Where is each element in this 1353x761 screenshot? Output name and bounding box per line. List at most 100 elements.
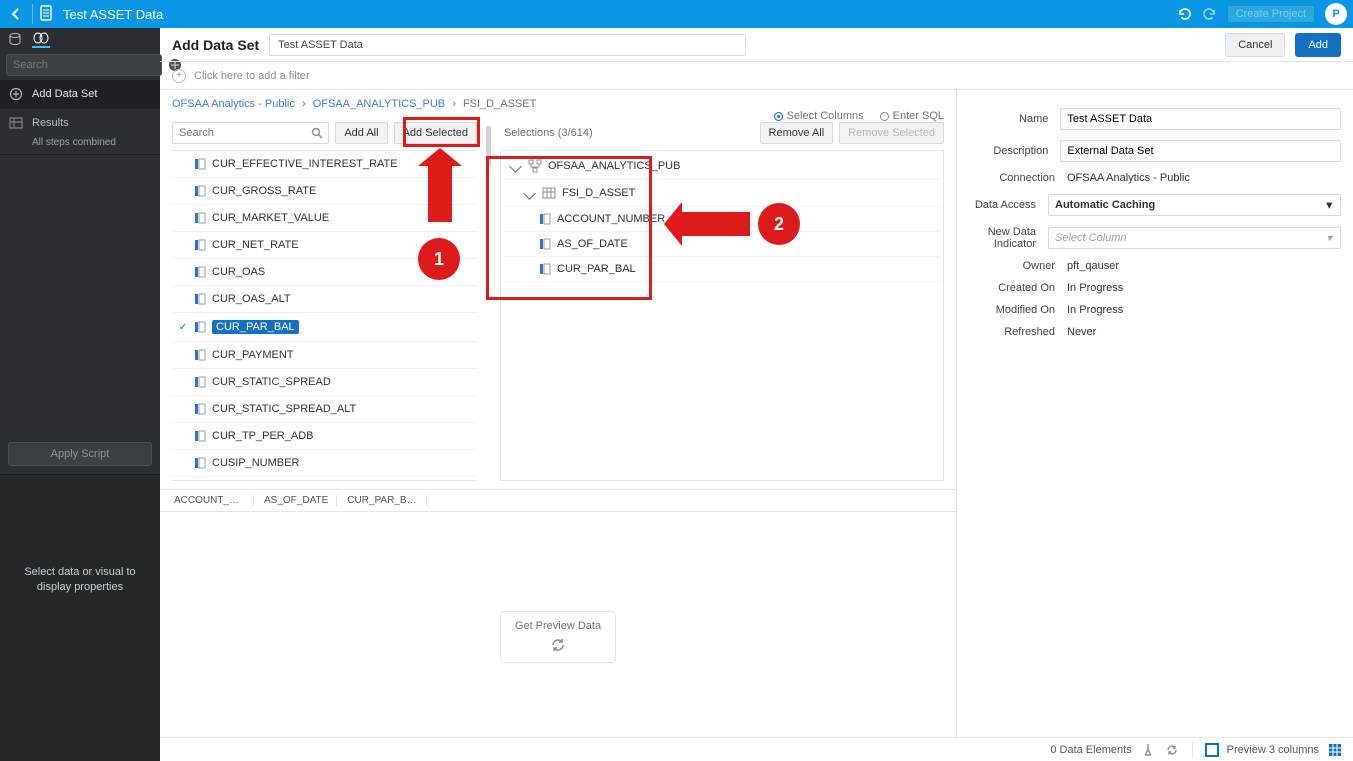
column-name: CUSIP_NUMBER [212,457,299,469]
prop-ndi-select[interactable]: Select Column▾ [1048,227,1341,249]
column-name: CUR_MARKET_VALUE [212,212,329,224]
splitter-handle[interactable] [485,122,492,481]
tree-column-node[interactable]: ACCOUNT_NUMBER [503,207,941,232]
prop-description-input[interactable] [1060,140,1341,162]
column-name: CUR_STATIC_SPREAD [212,376,331,388]
sidebar-tabs [0,28,160,50]
tab-elements-icon[interactable] [32,30,50,48]
prop-label-connection: Connection [957,172,1067,184]
filter-bar[interactable]: + Click here to add a filter [160,62,1353,90]
refresh-icon [549,636,567,654]
footer-pin-icon[interactable] [1140,742,1156,758]
search-icon[interactable] [311,127,323,139]
dataset-header-label: Add Data Set [172,37,259,53]
selected-tree[interactable]: OFSAA_ANALYTICS_PUBFSI_D_ASSETACCOUNT_NU… [500,150,944,481]
column-name: CUR_GROSS_RATE [212,185,316,197]
radio-select-columns[interactable]: Select Columns [774,110,864,122]
available-column-item[interactable]: CUR_GROSS_RATE [172,178,477,205]
breadcrumb: OFSAA Analytics - Public › OFSAA_ANALYTI… [160,90,956,110]
prop-data-access-select[interactable]: Automatic Caching▾ [1048,194,1341,216]
dataset-name-input[interactable] [269,34,746,56]
footer-column-cell[interactable]: ACCOUNT_NUM... [166,495,254,506]
cancel-button[interactable]: Cancel [1225,33,1285,57]
sidebar-item-label: Add Data Set [32,88,97,100]
column-icon [194,321,206,333]
available-column-item[interactable]: CUR_OAS [172,259,477,286]
footer-preview-icon[interactable] [1205,743,1219,757]
columns-pane: OFSAA Analytics - Public › OFSAA_ANALYTI… [160,90,957,761]
prop-owner-value: pft_qauser [1067,260,1341,272]
sidebar-search-row [0,50,160,80]
add-all-button[interactable]: Add All [335,122,387,144]
available-column-item[interactable]: CUR_MARKET_VALUE [172,205,477,232]
column-icon [194,430,206,442]
column-name: CUR_EFFECTIVE_INTEREST_RATE [212,158,398,170]
footer-column-cell[interactable]: CUR_PAR_BAL [339,495,427,506]
tree-column-node[interactable]: CUR_PAR_BAL [503,257,941,282]
prop-label-refreshed: Refreshed [957,326,1067,338]
prop-label-created: Created On [957,282,1067,294]
undo-icon[interactable] [1173,3,1195,25]
available-column-item[interactable]: CUR_TP_PER_ADB [172,423,477,450]
column-icon [539,263,551,275]
filter-hint: Click here to add a filter [194,70,310,82]
add-filter-icon[interactable]: + [172,69,186,83]
tree-schema-node[interactable]: OFSAA_ANALYTICS_PUB [503,153,941,180]
create-project-button[interactable]: Create Project [1227,5,1315,23]
column-icon [194,293,206,305]
apply-script-button[interactable]: Apply Script [8,442,152,466]
sidebar-search-input[interactable] [6,54,162,76]
back-button[interactable] [6,4,26,24]
app-topbar: Test ASSET Data Create Project P [0,0,1353,28]
schema-icon [528,159,542,173]
selections-label: Selections (3/614) [504,127,593,139]
column-name: CUR_STATIC_SPREAD_ALT [212,403,356,415]
available-columns-list[interactable]: CUR_EFFECTIVE_INTEREST_RATE CUR_GROSS_RAT… [172,150,477,481]
available-column-item[interactable]: CUR_OAS_ALT [172,286,477,313]
preview-button[interactable]: Get Preview Data [500,611,616,663]
redo-icon[interactable] [1199,3,1221,25]
sidebar-results-sub: All steps combined [0,137,160,154]
sidebar-hint: Select data or visual to display propert… [0,565,160,596]
column-icon [194,403,206,415]
remove-all-button[interactable]: Remove All [760,122,834,144]
add-selected-button[interactable]: Add Selected [394,122,477,144]
breadcrumb-link[interactable]: OFSAA Analytics - Public [172,98,295,110]
add-button[interactable]: Add [1295,33,1341,57]
available-column-item[interactable]: CUR_STATIC_SPREAD [172,369,477,396]
radio-enter-sql[interactable]: Enter SQL [880,110,944,122]
prop-name-input[interactable] [1060,108,1341,130]
chevron-down-icon: ▾ [1326,199,1332,212]
sidebar-item-add-data-set[interactable]: Add Data Set [0,80,160,108]
footer-refresh-icon[interactable] [1164,742,1180,758]
breadcrumb-link[interactable]: OFSAA_ANALYTICS_PUB [313,98,445,110]
footer-column-cell[interactable]: AS_OF_DATE [256,495,337,506]
available-columns: Add All Add Selected CUR_EFFECTIVE_INTER… [172,122,477,481]
prop-label-data-access: Data Access [957,199,1048,211]
column-search-input[interactable] [172,122,329,144]
column-icon [194,349,206,361]
available-column-item[interactable]: ✓CUR_PAR_BAL [172,313,477,342]
plus-circle-icon [8,86,24,102]
user-avatar[interactable]: P [1325,3,1347,25]
prop-label-name: Name [957,113,1060,125]
available-column-item[interactable]: CUR_PAYMENT [172,342,477,369]
table-icon [542,186,556,200]
footer-grid-icon[interactable] [1327,742,1343,758]
topbar-separator [32,4,33,24]
tree-column-node[interactable]: AS_OF_DATE [503,232,941,257]
dataset-header: Add Data Set Cancel Add [160,28,1353,62]
column-icon [194,457,206,469]
available-column-item[interactable]: CUR_NET_RATE [172,232,477,259]
available-column-item[interactable]: CUSIP_NUMBER [172,450,477,477]
tab-data-icon[interactable] [6,30,24,48]
column-name: CUR_OAS_ALT [212,293,291,305]
breadcrumb-current: FSI_D_ASSET [463,98,536,110]
prop-refreshed-value: Never [1067,326,1341,338]
available-column-item[interactable]: CUR_STATIC_SPREAD_ALT [172,396,477,423]
available-column-item[interactable]: CUR_EFFECTIVE_INTEREST_RATE [172,151,477,178]
tree-table-node[interactable]: FSI_D_ASSET [503,180,941,207]
column-icon [539,213,551,225]
column-icon [194,158,206,170]
sidebar-item-results[interactable]: Results [0,109,160,137]
